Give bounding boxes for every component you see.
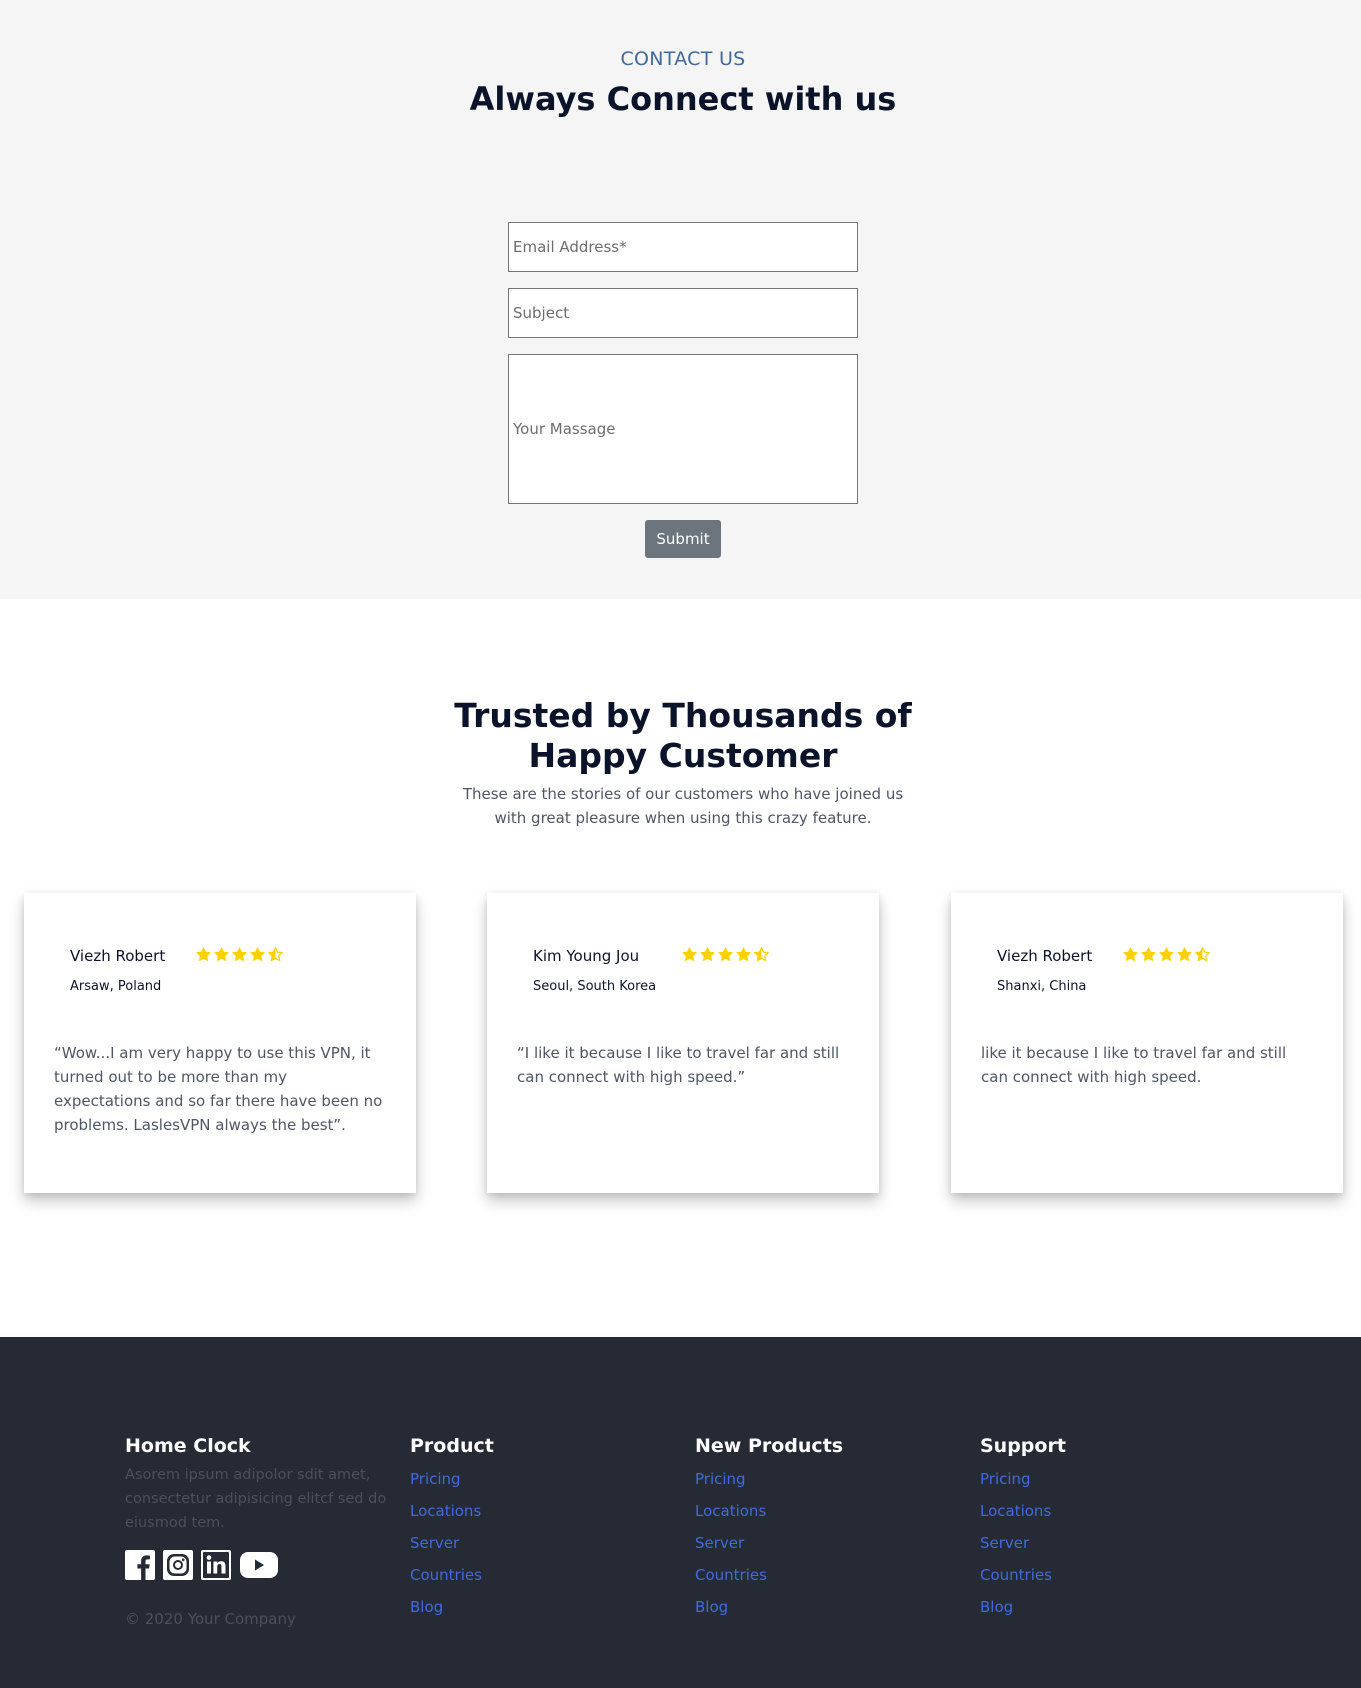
footer-links: Pricing Locations Server Countries Blog bbox=[980, 1463, 1066, 1623]
footer-column-heading: Product bbox=[410, 1435, 494, 1457]
star-icon bbox=[232, 947, 247, 962]
facebook-icon[interactable] bbox=[125, 1550, 155, 1580]
customer-location: Arsaw, Poland bbox=[70, 979, 162, 994]
subject-field[interactable] bbox=[508, 288, 858, 338]
social-links bbox=[125, 1550, 279, 1580]
footer-link-locations[interactable]: Locations bbox=[980, 1495, 1066, 1527]
testimonials-title-line1: Trusted by Thousands of bbox=[454, 696, 912, 735]
star-rating bbox=[1122, 946, 1211, 968]
star-icon bbox=[736, 947, 751, 962]
star-icon bbox=[214, 947, 229, 962]
instagram-icon[interactable] bbox=[163, 1550, 193, 1580]
footer-description: Asorem ipsum adipolor sdit amet, consect… bbox=[125, 1467, 387, 1531]
star-icon bbox=[1177, 947, 1192, 962]
half-star-icon bbox=[754, 947, 769, 962]
footer-column-support: Support Pricing Locations Server Countri… bbox=[980, 1435, 1066, 1623]
footer-link-blog[interactable]: Blog bbox=[695, 1591, 843, 1623]
footer-link-pricing[interactable]: Pricing bbox=[695, 1463, 843, 1495]
star-icon bbox=[700, 947, 715, 962]
footer-link-countries[interactable]: Countries bbox=[980, 1559, 1066, 1591]
footer-column-product: Product Pricing Locations Server Countri… bbox=[410, 1435, 494, 1623]
testimonial-card: Viezh Robert Arsaw, Poland “Wow...I am v… bbox=[24, 893, 416, 1193]
footer-column-new-products: New Products Pricing Locations Server Co… bbox=[695, 1435, 843, 1623]
footer-link-locations[interactable]: Locations bbox=[695, 1495, 843, 1527]
testimonials-subtitle-line1: These are the stories of our customers w… bbox=[462, 785, 904, 803]
contact-section: CONTACT US Always Connect with us Submit bbox=[0, 0, 1361, 599]
footer-link-countries[interactable]: Countries bbox=[410, 1559, 494, 1591]
footer-brand-column: Home Clock Asorem ipsum adipolor sdit am… bbox=[125, 1435, 395, 1535]
star-icon bbox=[1141, 947, 1156, 962]
testimonial-quote: like it because I like to travel far and… bbox=[981, 1044, 1287, 1086]
footer-link-server[interactable]: Server bbox=[410, 1527, 494, 1559]
testimonials-subtitle-line2: with great pleasure when using this craz… bbox=[494, 809, 872, 827]
footer-brand: Home Clock bbox=[125, 1435, 251, 1457]
footer: Home Clock Asorem ipsum adipolor sdit am… bbox=[0, 1337, 1361, 1688]
customer-location: Shanxi, China bbox=[997, 979, 1087, 994]
testimonials-title: Trusted by Thousands of Happy Customer bbox=[0, 696, 1361, 776]
contact-eyebrow: CONTACT US bbox=[620, 48, 746, 70]
youtube-icon[interactable] bbox=[239, 1550, 279, 1580]
half-star-icon bbox=[1195, 947, 1210, 962]
star-icon bbox=[196, 947, 211, 962]
testimonial-quote: “Wow...I am very happy to use this VPN, … bbox=[54, 1044, 383, 1134]
half-star-icon bbox=[268, 947, 283, 962]
star-icon bbox=[1123, 947, 1138, 962]
linkedin-icon[interactable] bbox=[201, 1550, 231, 1580]
star-icon bbox=[718, 947, 733, 962]
customer-location: Seoul, South Korea bbox=[533, 979, 657, 994]
footer-link-blog[interactable]: Blog bbox=[980, 1591, 1066, 1623]
testimonial-quote: “I like it because I like to travel far … bbox=[517, 1044, 840, 1086]
footer-link-countries[interactable]: Countries bbox=[695, 1559, 843, 1591]
footer-link-pricing[interactable]: Pricing bbox=[410, 1463, 494, 1495]
message-field[interactable] bbox=[508, 354, 858, 504]
footer-link-server[interactable]: Server bbox=[695, 1527, 843, 1559]
footer-link-server[interactable]: Server bbox=[980, 1527, 1066, 1559]
star-icon bbox=[250, 947, 265, 962]
testimonials-title-line2: Happy Customer bbox=[528, 736, 838, 775]
footer-link-locations[interactable]: Locations bbox=[410, 1495, 494, 1527]
footer-links: Pricing Locations Server Countries Blog bbox=[695, 1463, 843, 1623]
customer-name: Viezh Robert bbox=[997, 947, 1093, 965]
footer-link-pricing[interactable]: Pricing bbox=[980, 1463, 1066, 1495]
star-rating bbox=[195, 946, 284, 968]
footer-link-blog[interactable]: Blog bbox=[410, 1591, 494, 1623]
star-icon bbox=[1159, 947, 1174, 962]
star-rating bbox=[681, 946, 770, 968]
contact-title: Always Connect with us bbox=[469, 80, 897, 118]
footer-links: Pricing Locations Server Countries Blog bbox=[410, 1463, 494, 1623]
star-icon bbox=[682, 947, 697, 962]
footer-column-heading: Support bbox=[980, 1435, 1066, 1457]
submit-button[interactable]: Submit bbox=[645, 520, 721, 558]
footer-column-heading: New Products bbox=[695, 1435, 844, 1457]
customer-name: Kim Young Jou bbox=[533, 947, 640, 965]
customer-name: Viezh Robert bbox=[70, 947, 166, 965]
testimonials-subtitle: These are the stories of our customers w… bbox=[0, 782, 1361, 830]
email-field[interactable] bbox=[508, 222, 858, 272]
testimonial-card: Viezh Robert Shanxi, China like it becau… bbox=[951, 893, 1343, 1193]
copyright-text: © 2020 Your Company bbox=[125, 1610, 296, 1628]
testimonial-card: Kim Young Jou Seoul, South Korea “I like… bbox=[487, 893, 879, 1193]
